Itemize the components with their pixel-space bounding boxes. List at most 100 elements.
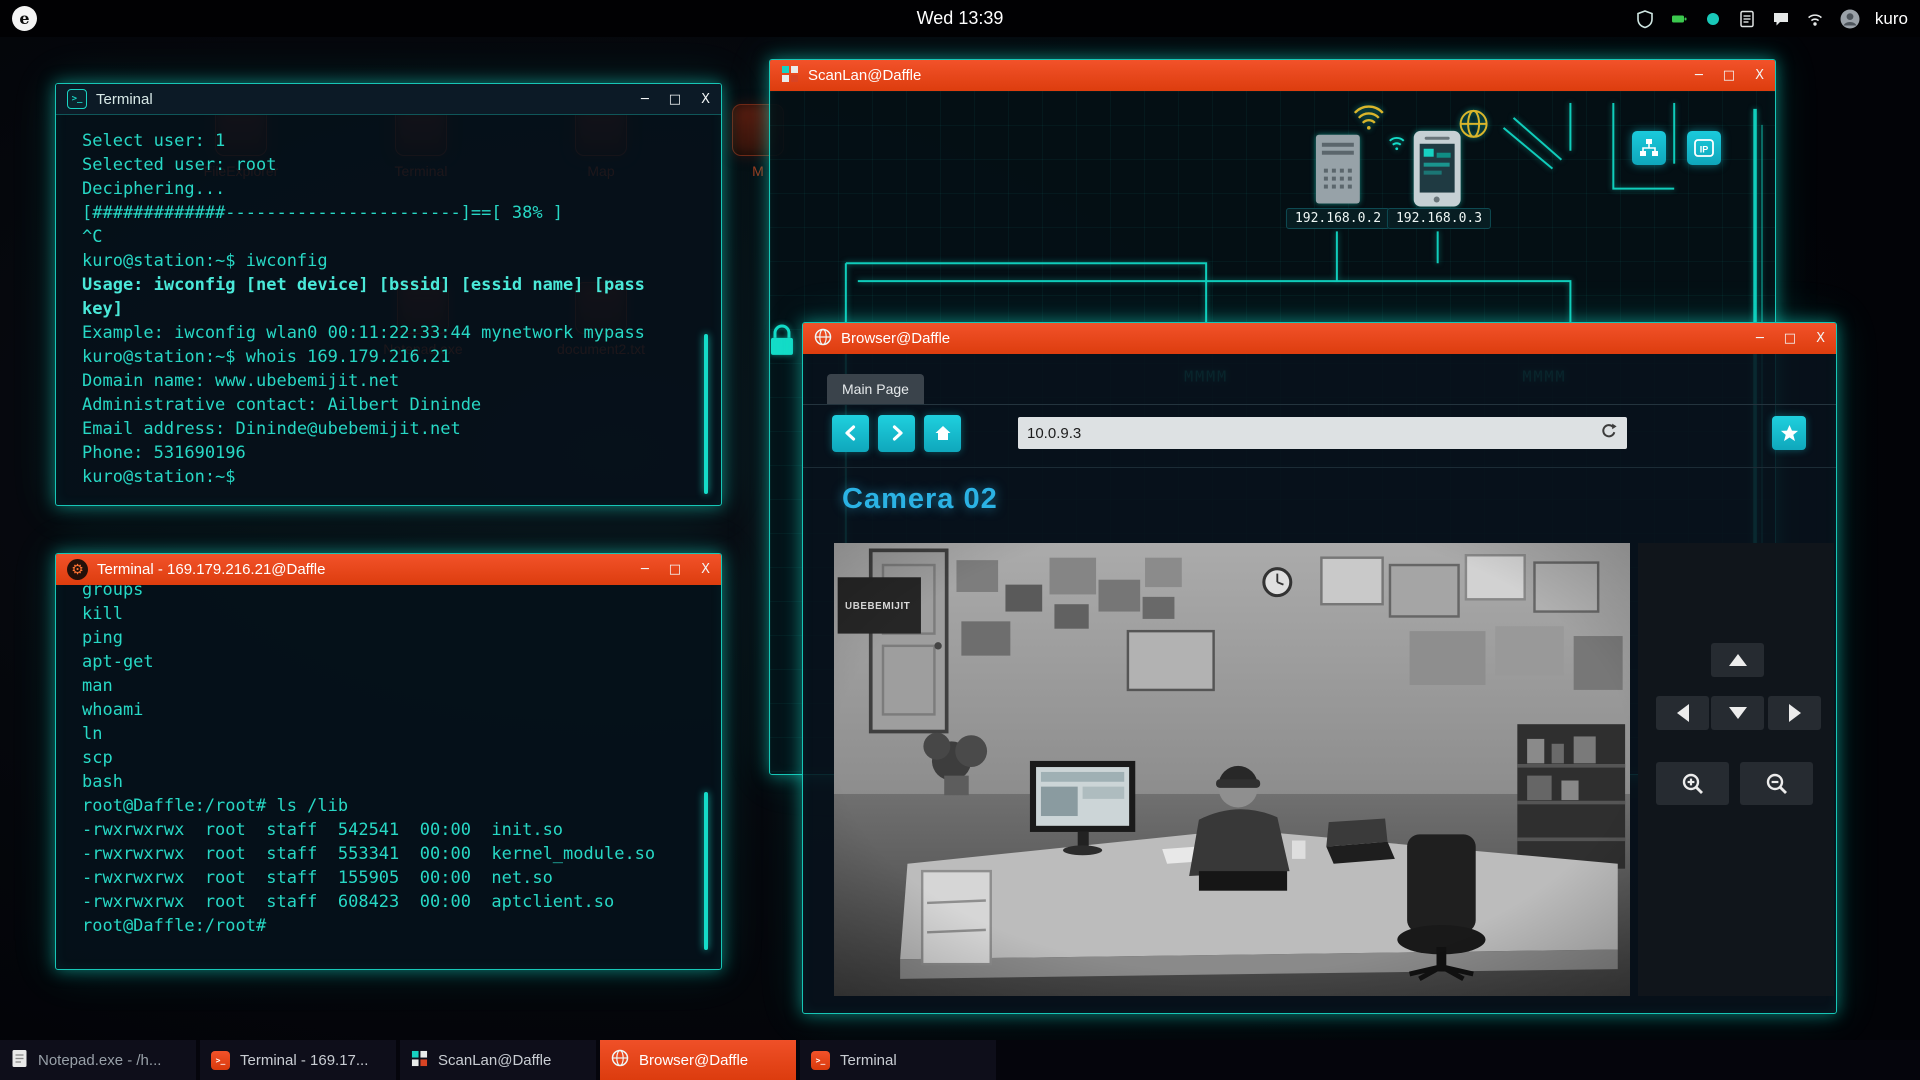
taskbar-item-scanlan[interactable]: ScanLan@Daffle bbox=[400, 1040, 596, 1080]
terminal-line: Email address: Dininde@ubebemijit.net bbox=[82, 417, 695, 441]
window-title: Terminal - 169.179.216.21@Daffle bbox=[97, 561, 325, 578]
device-ip-label[interactable]: 192.168.0.3 bbox=[1387, 208, 1491, 229]
terminal-line: scp bbox=[82, 746, 695, 770]
forward-button[interactable] bbox=[878, 415, 915, 452]
browser-titlebar[interactable]: Browser@Daffle ─ □ X bbox=[803, 323, 1836, 354]
terminal-line: whoami bbox=[82, 698, 695, 722]
top-status-bar: e Wed 13:39 kuro bbox=[0, 0, 1920, 37]
lock-icon bbox=[771, 326, 793, 355]
terminal-output[interactable]: groupskillpingapt-getmanwhoamilnscpbashr… bbox=[56, 578, 721, 969]
terminal-line: -rwxrwxrwx root staff 553341 00:00 kerne… bbox=[82, 842, 695, 866]
username-label: kuro bbox=[1875, 9, 1908, 29]
window-title: ScanLan@Daffle bbox=[808, 67, 921, 84]
taskbar-item-terminal-remote[interactable]: >_ Terminal - 169.17... bbox=[200, 1040, 396, 1080]
maximize-button[interactable]: □ bbox=[669, 562, 681, 577]
status-dot-icon[interactable] bbox=[1703, 9, 1723, 29]
bookmark-button[interactable] bbox=[1772, 416, 1806, 450]
minimize-button[interactable]: ─ bbox=[1695, 68, 1703, 83]
wifi-link-icon bbox=[1390, 138, 1404, 150]
terminal-window-local: >_ Terminal ─ □ X Select user: 1Selected… bbox=[55, 83, 722, 506]
taskbar: Notepad.exe - /h... >_ Terminal - 169.17… bbox=[0, 1040, 1920, 1080]
globe-icon bbox=[1461, 111, 1487, 137]
terminal-line: [#############-----------------------]==… bbox=[82, 201, 695, 225]
terminal-line: root@Daffle:/root# bbox=[82, 914, 695, 938]
browser-globe-icon bbox=[611, 1049, 629, 1071]
page-title: Camera 02 bbox=[842, 483, 998, 516]
camera-zoom-out-button[interactable] bbox=[1740, 762, 1813, 805]
taskbar-item-label: Terminal bbox=[840, 1052, 897, 1069]
terminal-line: root@Daffle:/root# ls /lib bbox=[82, 794, 695, 818]
terminal-line: man bbox=[82, 674, 695, 698]
close-button[interactable]: X bbox=[1755, 68, 1764, 83]
browser-nav-bar bbox=[803, 411, 1836, 455]
avatar[interactable] bbox=[1839, 8, 1861, 30]
home-button[interactable] bbox=[924, 415, 961, 452]
tasks-icon[interactable] bbox=[1737, 9, 1757, 29]
terminal-window-remote: ⚙ Terminal - 169.179.216.21@Daffle ─ □ X… bbox=[55, 553, 722, 970]
scrollbar[interactable] bbox=[704, 792, 708, 950]
terminal-icon: >_ bbox=[811, 1051, 830, 1070]
chat-icon[interactable] bbox=[1771, 9, 1791, 29]
taskbar-item-notepad[interactable]: Notepad.exe - /h... bbox=[0, 1040, 196, 1080]
terminal-line: Deciphering... bbox=[82, 177, 695, 201]
minimize-button[interactable]: ─ bbox=[641, 562, 649, 577]
window-title: Terminal bbox=[96, 91, 153, 108]
terminal-titlebar[interactable]: >_ Terminal ─ □ X bbox=[56, 84, 721, 115]
minimize-button[interactable]: ─ bbox=[1756, 331, 1764, 346]
camera-pan-down-button[interactable] bbox=[1711, 696, 1764, 730]
back-button[interactable] bbox=[832, 415, 869, 452]
terminal-line: kuro@station:~$ whois 169.179.216.21 bbox=[82, 345, 695, 369]
terminal-line: ^C bbox=[82, 225, 695, 249]
scanlan-app-icon bbox=[781, 65, 799, 87]
refresh-icon[interactable] bbox=[1600, 422, 1618, 445]
close-button[interactable]: X bbox=[1816, 331, 1825, 346]
terminal-line: ln bbox=[82, 722, 695, 746]
wifi-icon[interactable] bbox=[1805, 9, 1825, 29]
terminal-titlebar[interactable]: ⚙ Terminal - 169.179.216.21@Daffle ─ □ X bbox=[56, 554, 721, 585]
maximize-button[interactable]: □ bbox=[1784, 331, 1796, 346]
taskbar-item-label: Terminal - 169.17... bbox=[240, 1052, 368, 1069]
terminal-line: kill bbox=[82, 602, 695, 626]
desktop-screen: e Wed 13:39 kuro FileExplorer Terminal M… bbox=[0, 0, 1920, 1080]
close-button[interactable]: X bbox=[701, 562, 710, 577]
terminal-line: ping bbox=[82, 626, 695, 650]
taskbar-item-label: Browser@Daffle bbox=[639, 1052, 748, 1069]
terminal-line: Usage: iwconfig [net device] [bssid] [es… bbox=[82, 273, 695, 297]
battery-icon[interactable] bbox=[1669, 9, 1689, 29]
terminal-icon: >_ bbox=[67, 89, 87, 109]
terminal-line: bash bbox=[82, 770, 695, 794]
terminal-line: kuro@station:~$ bbox=[82, 465, 695, 489]
camera-pan-left-button[interactable] bbox=[1656, 696, 1709, 730]
terminal-line: Domain name: www.ubebemijit.net bbox=[82, 369, 695, 393]
terminal-line: Administrative contact: Ailbert Dininde bbox=[82, 393, 695, 417]
browser-tab-main-page[interactable]: Main Page bbox=[827, 374, 924, 404]
camera-pan-up-button[interactable] bbox=[1711, 643, 1764, 677]
url-input[interactable] bbox=[1027, 425, 1600, 442]
minimize-button[interactable]: ─ bbox=[641, 92, 649, 107]
camera-zoom-in-button[interactable] bbox=[1656, 762, 1729, 805]
taskbar-item-terminal-local[interactable]: >_ Terminal bbox=[800, 1040, 996, 1080]
close-button[interactable]: X bbox=[701, 92, 710, 107]
taskbar-item-label: Notepad.exe - /h... bbox=[38, 1052, 161, 1069]
maximize-button[interactable]: □ bbox=[669, 92, 681, 107]
camera-pan-right-button[interactable] bbox=[1768, 696, 1821, 730]
terminal-line: -rwxrwxrwx root staff 608423 00:00 aptcl… bbox=[82, 890, 695, 914]
device-phone-icon[interactable] bbox=[1414, 131, 1461, 207]
wifi-signal-icon bbox=[1355, 107, 1383, 130]
device-pc-icon[interactable] bbox=[1316, 135, 1360, 204]
terminal-line: Example: iwconfig wlan0 00:11:22:33:44 m… bbox=[82, 321, 695, 345]
shield-icon[interactable] bbox=[1635, 9, 1655, 29]
taskbar-item-browser[interactable]: Browser@Daffle bbox=[600, 1040, 796, 1080]
terminal-line: kuro@station:~$ iwconfig bbox=[82, 249, 695, 273]
maximize-button[interactable]: □ bbox=[1723, 68, 1735, 83]
topology-view-button[interactable] bbox=[1632, 131, 1666, 165]
terminal-output[interactable]: Select user: 1Selected user: rootDeciphe… bbox=[56, 115, 721, 505]
os-logo-icon: e bbox=[12, 6, 37, 31]
terminal-line: Selected user: root bbox=[82, 153, 695, 177]
terminal-line: key] bbox=[82, 297, 695, 321]
svg-text:IP: IP bbox=[1700, 145, 1709, 155]
device-ip-label[interactable]: 192.168.0.2 bbox=[1286, 208, 1390, 229]
scrollbar[interactable] bbox=[704, 334, 708, 494]
ip-view-button[interactable]: IP bbox=[1687, 131, 1721, 165]
scanlan-titlebar[interactable]: ScanLan@Daffle ─ □ X bbox=[770, 60, 1775, 91]
